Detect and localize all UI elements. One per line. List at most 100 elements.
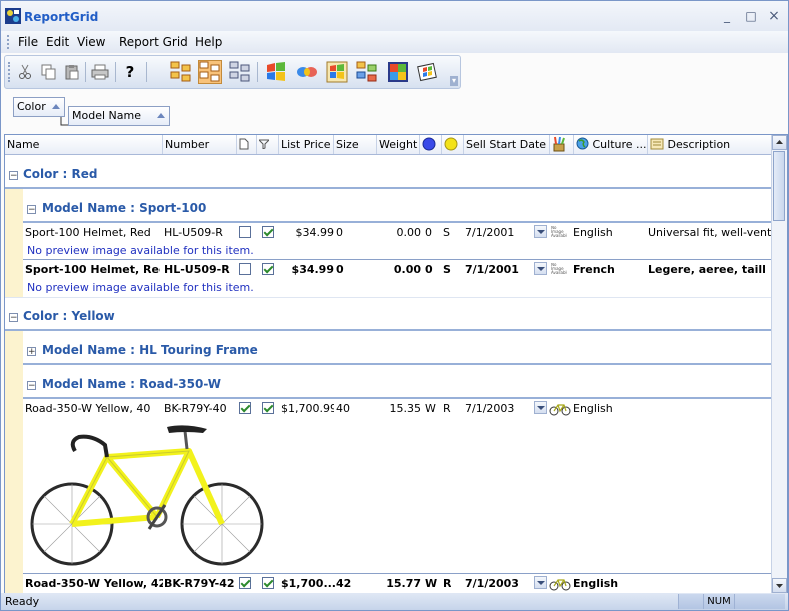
col-header-photo[interactable] <box>550 135 574 154</box>
col-header-name[interactable]: Name <box>5 135 163 154</box>
collapse-icon[interactable]: − <box>27 205 36 215</box>
col-header-culture-label: Culture ... <box>592 138 647 151</box>
cell-culture: French <box>573 263 615 276</box>
scroll-down-button[interactable] <box>772 578 787 593</box>
minimize-button[interactable]: _ <box>718 7 736 25</box>
maximize-button[interactable]: □ <box>742 7 760 25</box>
col-header-culture[interactable]: Culture ... <box>574 135 648 154</box>
active-checkbox[interactable] <box>262 226 274 238</box>
group-label: Model Name : HL Touring Frame <box>42 343 258 357</box>
office-icon[interactable] <box>264 60 288 84</box>
active-checkbox[interactable] <box>262 402 274 414</box>
discontinued-checkbox[interactable] <box>239 263 251 275</box>
group-chip-color[interactable]: Color <box>13 97 65 117</box>
date-dropdown-button[interactable] <box>534 401 547 414</box>
print-icon[interactable] <box>88 60 112 84</box>
group-chip-model-name[interactable]: Model Name <box>68 106 170 126</box>
cell-size: 0 <box>336 226 343 239</box>
layout-2-icon[interactable] <box>198 60 222 84</box>
col-header-weight[interactable]: Weight <box>377 135 420 154</box>
colors-icon[interactable] <box>295 60 319 84</box>
layout-3-icon[interactable] <box>228 60 252 84</box>
menu-report-grid[interactable]: Report Grid <box>119 35 188 49</box>
cell-number: BK-R79Y-40 <box>164 402 227 415</box>
table-row[interactable]: Sport-100 Helmet, Red HL-U509-R $34.99 0… <box>23 223 771 241</box>
report-grid: Name Number List Price Size Weight Sell … <box>4 134 788 594</box>
theme-1-icon[interactable] <box>325 60 349 84</box>
col-header-description[interactable]: Description <box>648 135 771 154</box>
status-text: Ready <box>5 595 40 608</box>
pencil-cup-icon <box>553 136 565 152</box>
close-button[interactable]: × <box>765 7 783 25</box>
date-dropdown-button[interactable] <box>534 262 547 275</box>
group-row-color-red[interactable]: − Color : Red <box>5 155 771 189</box>
table-row[interactable]: Sport-100 Helmet, Red HL-U509-R $34.99 0… <box>23 260 771 278</box>
expand-icon[interactable]: + <box>27 347 36 357</box>
title-bar[interactable]: ReportGrid _ □ × <box>1 1 788 31</box>
cell-size: 42 <box>336 577 352 590</box>
cell-description: Universal fit, well-vent... <box>648 226 771 239</box>
layout-1-icon[interactable] <box>169 60 193 84</box>
date-dropdown-button[interactable] <box>534 225 547 238</box>
col-header-filter[interactable] <box>257 135 279 154</box>
menu-help[interactable]: Help <box>195 35 222 49</box>
scroll-up-button[interactable] <box>772 135 787 150</box>
menu-edit[interactable]: Edit <box>46 35 69 49</box>
menu-file[interactable]: File <box>18 35 38 49</box>
cell-culture: English <box>573 226 613 239</box>
group-row-model-sport-100[interactable]: − Model Name : Sport-100 <box>23 189 771 223</box>
group-label: Color : Red <box>23 167 98 181</box>
cell-size: 0 <box>336 263 344 276</box>
active-checkbox[interactable] <box>262 263 274 275</box>
table-row[interactable]: Road-350-W Yellow, 42 BK-R79Y-42 $1,700.… <box>23 574 771 592</box>
col-header-sell-start-date[interactable]: Sell Start Date <box>464 135 550 154</box>
cut-icon[interactable] <box>13 60 37 84</box>
globe-icon <box>576 137 589 150</box>
col-header-size[interactable]: Size <box>334 135 377 154</box>
col-header-description-label: Description <box>667 138 731 151</box>
discontinued-checkbox[interactable] <box>239 402 251 414</box>
group-row-color-yellow[interactable]: − Color : Yellow <box>5 297 771 331</box>
bike-thumbnail-icon <box>549 579 571 591</box>
paste-icon[interactable] <box>60 60 84 84</box>
toolbar-separator <box>115 62 116 82</box>
yellow-circle-icon <box>444 137 458 151</box>
cell-name: Road-350-W Yellow, 42 <box>25 577 163 590</box>
status-pane <box>678 594 703 609</box>
document-icon <box>239 138 249 150</box>
col-header-list-price[interactable]: List Price <box>279 135 334 154</box>
cell-sell-start-date: 7/1/2003 <box>465 402 515 415</box>
menu-grip[interactable] <box>7 35 11 49</box>
theme-2-icon[interactable] <box>355 60 379 84</box>
col-header-document[interactable] <box>237 135 257 154</box>
windows-icon[interactable] <box>416 60 440 84</box>
collapse-icon[interactable]: − <box>27 381 36 391</box>
table-row[interactable]: Road-350-W Yellow, 40 BK-R79Y-40 $1,700.… <box>23 399 771 417</box>
col-header-blue[interactable] <box>420 135 442 154</box>
cell-weight: 0.00 <box>396 226 422 239</box>
toolbar-grip[interactable] <box>8 62 12 82</box>
collapse-icon[interactable]: − <box>9 313 18 323</box>
toolbar-overflow-button[interactable]: ▾ <box>450 76 458 86</box>
discontinued-checkbox[interactable] <box>239 226 251 238</box>
copy-icon[interactable] <box>37 60 61 84</box>
group-row-model-road-350-w[interactable]: − Model Name : Road-350-W <box>23 365 771 399</box>
col-header-yellow[interactable] <box>442 135 464 154</box>
sort-ascending-icon <box>157 113 165 118</box>
cell-class: S <box>443 226 450 239</box>
description-icon <box>650 138 664 150</box>
date-dropdown-button[interactable] <box>534 576 547 589</box>
scroll-thumb[interactable] <box>773 151 785 221</box>
collapse-icon[interactable]: − <box>9 171 18 181</box>
menu-view[interactable]: View <box>77 35 105 49</box>
discontinued-checkbox[interactable] <box>239 577 251 589</box>
preview-text: No preview image available for this item… <box>27 244 254 257</box>
puzzle-icon[interactable] <box>386 60 410 84</box>
col-header-number[interactable]: Number <box>163 135 237 154</box>
group-row-model-hl-touring-frame[interactable]: + Model Name : HL Touring Frame <box>23 331 771 365</box>
help-icon[interactable]: ? <box>118 60 142 84</box>
cell-class: R <box>443 402 451 415</box>
vertical-scrollbar[interactable] <box>771 135 787 593</box>
active-checkbox[interactable] <box>262 577 274 589</box>
cell-name: Sport-100 Helmet, Red <box>25 263 160 276</box>
